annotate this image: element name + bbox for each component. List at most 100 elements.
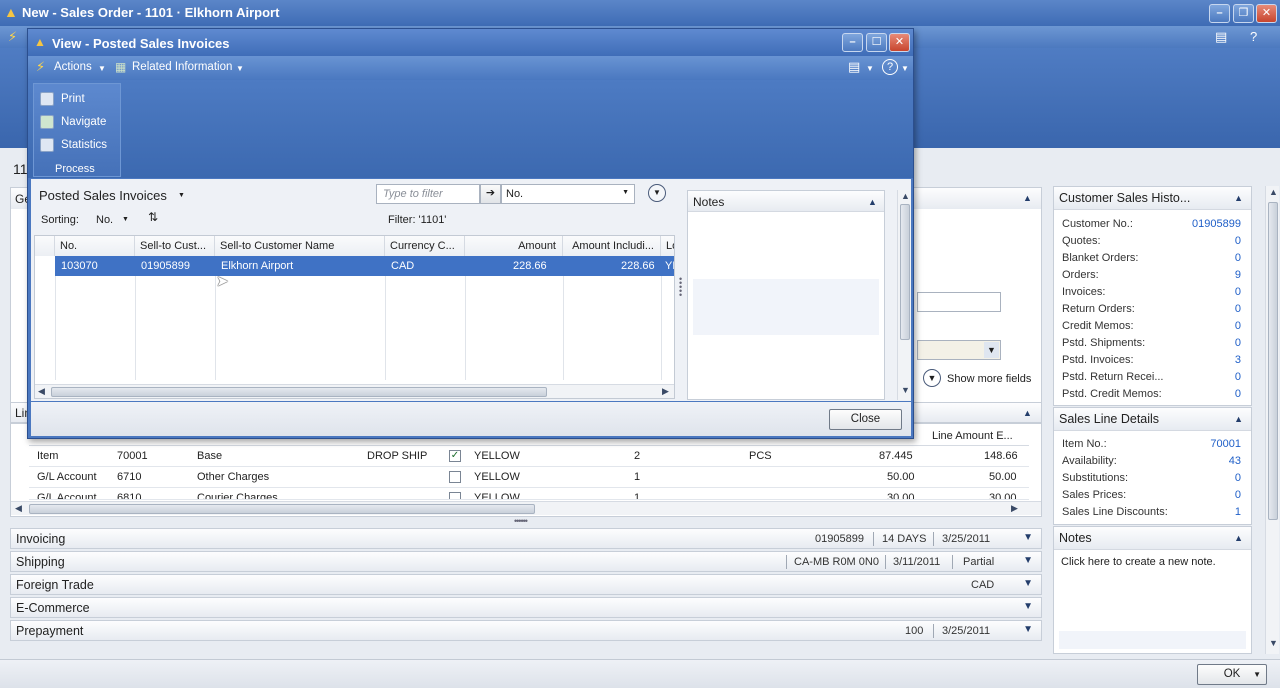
- chevron-down-icon[interactable]: ▼: [122, 216, 129, 223]
- invoicing-fasttab[interactable]: Invoicing 01905899 14 DAYS 3/25/2011 ▼: [10, 528, 1042, 549]
- help-icon[interactable]: ?: [1250, 29, 1257, 44]
- chevron-down-icon[interactable]: ▼: [901, 64, 909, 73]
- splitter-handle[interactable]: • • • • •: [679, 275, 683, 300]
- col-header-amount-incl[interactable]: Amount Includi...: [563, 236, 661, 256]
- col-header-no[interactable]: No.: [55, 236, 135, 256]
- general-field-input[interactable]: [917, 292, 1001, 312]
- show-more-fields-icon[interactable]: ▼: [923, 369, 941, 387]
- filter-arrow-button[interactable]: ➔: [480, 184, 501, 204]
- fb-value-link[interactable]: 9: [1235, 269, 1241, 281]
- scroll-left-icon[interactable]: ◀: [15, 503, 22, 514]
- chevron-down-icon[interactable]: ▼: [1253, 665, 1261, 684]
- fb-value-link[interactable]: 0: [1235, 337, 1241, 349]
- chevron-down-icon[interactable]: ▼: [622, 189, 629, 196]
- list-title[interactable]: Posted Sales Invoices: [39, 188, 167, 203]
- popup-maximize-button[interactable]: ☐: [866, 33, 887, 52]
- chevron-down-icon[interactable]: ▼: [866, 64, 874, 73]
- col-header-currency[interactable]: Currency C...: [385, 236, 465, 256]
- layout-icon[interactable]: ▤: [1215, 29, 1227, 45]
- fb-value-link[interactable]: 0: [1235, 303, 1241, 315]
- collapse-icon[interactable]: ▲: [1234, 414, 1243, 424]
- scroll-left-icon[interactable]: ◀: [38, 386, 45, 397]
- popup-close-button[interactable]: ✕: [889, 33, 910, 52]
- chevron-down-icon[interactable]: ▼: [178, 192, 185, 199]
- table-row[interactable]: G/L Account 6710 Other Charges YELLOW 1 …: [29, 467, 1029, 488]
- fb-value-link[interactable]: 1: [1235, 506, 1241, 518]
- scroll-thumb[interactable]: [51, 387, 547, 397]
- scroll-thumb[interactable]: [1268, 202, 1278, 520]
- notes-title[interactable]: Notes: [693, 195, 724, 209]
- foreign-trade-fasttab-title[interactable]: Foreign Trade: [16, 578, 94, 592]
- splitter-handle[interactable]: ••••••: [514, 516, 528, 526]
- fb-value-link[interactable]: 70001: [1210, 438, 1241, 450]
- general-dropdown[interactable]: ▼: [917, 340, 1001, 360]
- fb-value-link[interactable]: 0: [1235, 235, 1241, 247]
- line-amount-header[interactable]: Line Amount E...: [932, 430, 1013, 442]
- help-icon[interactable]: ?: [882, 59, 898, 75]
- factbox-header[interactable]: Notes ▲: [1054, 527, 1251, 550]
- restore-button[interactable]: ❐: [1233, 4, 1254, 23]
- close-dialog-button[interactable]: Close: [829, 409, 902, 430]
- table-row[interactable]: G/L Account 6810 Courier Charges YELLOW …: [29, 488, 1029, 500]
- expand-filter-icon[interactable]: ▼: [648, 184, 666, 202]
- fb-value-link[interactable]: 0: [1235, 388, 1241, 400]
- show-more-fields-link[interactable]: Show more fields: [947, 373, 1031, 385]
- line-checkbox[interactable]: ✓: [449, 450, 461, 462]
- expand-chevron-icon[interactable]: ▼: [1023, 624, 1033, 635]
- chevron-down-icon[interactable]: ▼: [984, 342, 999, 358]
- create-note-link[interactable]: Click here to create a new note.: [1061, 556, 1216, 568]
- lines-horizontal-scrollbar[interactable]: ◀ ▶: [11, 501, 1041, 515]
- scroll-down-icon[interactable]: ▼: [1269, 638, 1278, 648]
- close-button[interactable]: ✕: [1256, 4, 1277, 23]
- fb-value-link[interactable]: 0: [1235, 286, 1241, 298]
- foreign-trade-fasttab[interactable]: Foreign Trade CAD ▼: [10, 574, 1042, 595]
- ecommerce-fasttab-title[interactable]: E-Commerce: [16, 601, 90, 615]
- collapse-icon[interactable]: ▲: [1234, 533, 1243, 543]
- invoicing-fasttab-title[interactable]: Invoicing: [16, 532, 65, 546]
- fb-value-link[interactable]: 0: [1235, 489, 1241, 501]
- popup-minimize-button[interactable]: –: [842, 33, 863, 52]
- note-area[interactable]: [1059, 631, 1246, 649]
- factbox-header[interactable]: Sales Line Details ▲: [1054, 408, 1251, 431]
- actions-menu[interactable]: Actions: [54, 61, 92, 73]
- prepayment-fasttab[interactable]: Prepayment 100 3/25/2011 ▼: [10, 620, 1042, 641]
- col-header-amount[interactable]: Amount: [465, 236, 563, 256]
- scroll-up-icon[interactable]: ▲: [901, 191, 910, 201]
- scroll-down-icon[interactable]: ▼: [901, 385, 910, 395]
- shipping-fasttab-title[interactable]: Shipping: [16, 555, 65, 569]
- fb-value-link[interactable]: 0: [1235, 252, 1241, 264]
- col-header-customer-name[interactable]: Sell-to Customer Name: [215, 236, 385, 256]
- fb-value-link[interactable]: 3: [1235, 354, 1241, 366]
- expand-chevron-icon[interactable]: ▼: [1023, 578, 1033, 589]
- collapse-icon[interactable]: ▲: [868, 197, 877, 207]
- expand-chevron-icon[interactable]: ▼: [1023, 601, 1033, 612]
- page-vertical-scrollbar[interactable]: ▲ ▼: [1265, 186, 1279, 654]
- table-row-selected[interactable]: 103070 01905899 Elkhorn Airport CAD 228.…: [55, 256, 674, 276]
- lines-collapse-icon[interactable]: ▲: [1023, 408, 1032, 418]
- grid-horizontal-scrollbar[interactable]: ◀ ▶: [35, 384, 674, 398]
- expand-chevron-icon[interactable]: ▼: [1023, 555, 1033, 566]
- col-header-sell-to-cust[interactable]: Sell-to Cust...: [135, 236, 215, 256]
- scroll-right-icon[interactable]: ▶: [1011, 503, 1018, 514]
- line-checkbox[interactable]: [449, 492, 461, 499]
- minimize-button[interactable]: –: [1209, 4, 1230, 23]
- actions-lightning-icon[interactable]: ⚡: [8, 29, 17, 45]
- layout-icon[interactable]: ▤: [848, 59, 860, 75]
- filter-field-select[interactable]: No. ▼: [501, 184, 635, 204]
- chevron-down-icon[interactable]: ▼: [236, 64, 244, 73]
- note-area[interactable]: [693, 279, 879, 335]
- filter-input[interactable]: Type to filter: [376, 184, 480, 204]
- ecommerce-fasttab[interactable]: E-Commerce ▼: [10, 597, 1042, 618]
- sorting-value[interactable]: No.: [96, 214, 113, 226]
- shipping-fasttab[interactable]: Shipping CA-MB R0M 0N0 3/11/2011 Partial…: [10, 551, 1042, 572]
- collapse-icon[interactable]: ▲: [1234, 193, 1243, 203]
- scroll-right-icon[interactable]: ▶: [662, 386, 669, 397]
- fb-value-link[interactable]: 43: [1229, 455, 1241, 467]
- chevron-down-icon[interactable]: ▼: [98, 64, 106, 73]
- prepayment-fasttab-title[interactable]: Prepayment: [16, 624, 83, 638]
- popup-titlebar[interactable]: ▲ View - Posted Sales Invoices – ☐ ✕: [28, 29, 913, 56]
- line-checkbox[interactable]: [449, 471, 461, 483]
- popup-vertical-scrollbar[interactable]: ▲ ▼: [897, 190, 911, 400]
- fb-value-link[interactable]: 0: [1235, 371, 1241, 383]
- fb-value-link[interactable]: 0: [1235, 320, 1241, 332]
